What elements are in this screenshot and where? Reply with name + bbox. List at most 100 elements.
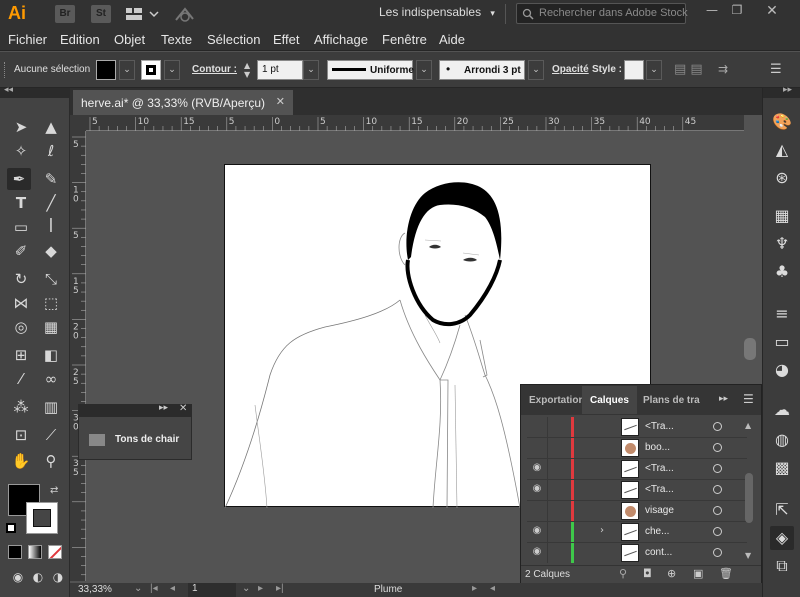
arrange-documents-icon[interactable] (126, 6, 160, 22)
variable-width-profile[interactable]: Uniforme (327, 60, 414, 80)
target-circle-icon[interactable] (713, 548, 722, 557)
opacity-label[interactable]: Opacité (552, 64, 589, 75)
last-artboard-icon[interactable]: ▸| (276, 583, 284, 594)
width-tool-icon[interactable]: ⋈ (9, 292, 33, 314)
rectangle-tool-icon[interactable]: ▭ (9, 216, 33, 238)
tab-calques[interactable]: Calques (582, 386, 637, 414)
next-artboard-icon[interactable]: ▸ (258, 583, 263, 594)
graphic-style-dropdown[interactable]: ⌄ (646, 60, 662, 80)
selection-tool-icon[interactable]: ➤ (9, 116, 33, 138)
clipping-mask-icon[interactable]: ◘ (643, 567, 652, 580)
target-circle-icon[interactable] (713, 443, 722, 452)
color-guide-icon[interactable]: ◭ (770, 138, 794, 162)
creative-cloud-libraries-icon[interactable]: ☁ (770, 398, 794, 422)
zoom-dropdown-icon[interactable]: ⌄ (134, 583, 142, 594)
layers-scrollbar-thumb[interactable] (745, 473, 753, 523)
recolor-icon[interactable]: ⊛ (770, 166, 794, 190)
menu-texte[interactable]: Texte (161, 32, 192, 47)
gradient-panel-icon[interactable]: ▭ (770, 330, 794, 354)
workspace-switcher[interactable]: Les indispensables ▾ (379, 5, 495, 19)
paintbrush-icon[interactable]: ꟾ (39, 216, 63, 238)
graphic-styles-icon[interactable]: ▩ (770, 456, 794, 480)
lasso-icon[interactable]: ℓ (39, 140, 63, 162)
visibility-eye-icon[interactable] (529, 504, 545, 518)
perspective-grid-icon[interactable]: ▦ (39, 316, 63, 338)
target-circle-icon[interactable] (713, 506, 722, 515)
symbol-sprayer-icon[interactable]: ⁂ (9, 396, 33, 418)
tab-plans-de-travail[interactable]: Plans de tra (635, 386, 708, 414)
scale-tool-icon[interactable]: ⤡ (39, 268, 63, 290)
menu-fichier[interactable]: Fichier (8, 32, 47, 47)
panel-header[interactable]: ▸▸ ✕ (79, 403, 191, 417)
default-colors-icon[interactable] (6, 523, 16, 533)
symbols-icon[interactable]: ♣ (770, 260, 794, 284)
layer-row[interactable]: ◉ <Tra... (527, 459, 747, 480)
brushes-icon[interactable]: ♆ (770, 232, 794, 256)
eyedropper-icon[interactable]: ⁄ (9, 368, 33, 390)
close-tab-icon[interactable]: ✕ (276, 95, 285, 108)
swap-colors-icon[interactable]: ⇄ (50, 485, 58, 496)
grip-handle[interactable] (4, 62, 7, 78)
none-mode-icon[interactable] (48, 545, 62, 559)
target-circle-icon[interactable] (713, 464, 722, 473)
layer-row[interactable]: ◉ cont... (527, 543, 747, 563)
stock-icon[interactable]: St (91, 5, 111, 23)
close-icon[interactable]: ✕ (179, 403, 187, 414)
artboards-icon[interactable]: ⧉ (770, 554, 794, 578)
layer-name[interactable]: <Tra... (645, 484, 674, 495)
fill-swatch[interactable] (96, 60, 116, 80)
stroke-stepper[interactable]: ▲ ▼ (244, 61, 254, 79)
fill-dropdown[interactable]: ⌄ (119, 60, 135, 80)
stroke-weight-input[interactable]: 1 pt (257, 60, 303, 80)
visibility-eye-icon[interactable]: ◉ (529, 483, 545, 497)
scroll-up-icon[interactable]: ▲ (745, 421, 751, 430)
artboard-number-field[interactable]: 1 (188, 583, 236, 597)
delete-layer-icon[interactable]: 🗑 (719, 567, 733, 580)
collapse-icon[interactable]: ▸▸ (159, 403, 168, 413)
column-graph-icon[interactable]: ▥ (39, 396, 63, 418)
type-tool-icon[interactable]: T (9, 192, 33, 214)
color-panel-icon[interactable]: 🎨 (770, 110, 794, 134)
layer-name[interactable]: cont... (645, 547, 672, 558)
vertical-ruler[interactable]: 51051520253035 (70, 131, 86, 581)
first-artboard-icon[interactable]: |◂ (150, 583, 158, 594)
locate-object-icon[interactable]: ⚲ (619, 567, 627, 580)
target-circle-icon[interactable] (713, 485, 722, 494)
visibility-eye-icon[interactable] (529, 420, 545, 434)
menu-edition[interactable]: Edition (60, 32, 100, 47)
layer-row[interactable]: visage (527, 501, 747, 522)
bridge-icon[interactable]: Br (55, 5, 75, 23)
transform-icon[interactable]: ⇉ (718, 62, 734, 78)
artboard-tool-icon[interactable]: ⊡ (9, 424, 33, 446)
scroll-down-icon[interactable]: ▼ (745, 551, 751, 560)
visibility-eye-icon[interactable]: ◉ (529, 525, 545, 539)
blend-tool-icon[interactable]: ∞ (39, 368, 63, 390)
dock-header[interactable]: ▸▸ (763, 85, 800, 98)
align-icon[interactable]: ▤ ▤ (674, 62, 714, 78)
layer-row[interactable]: ◉ <Tra... (527, 480, 747, 501)
shape-builder-icon[interactable]: ◎ (9, 316, 33, 338)
appearance-icon[interactable]: ◍ (770, 428, 794, 452)
toolbox-header[interactable]: ◂◂ (0, 85, 70, 98)
brush-dropdown[interactable]: ⌄ (528, 60, 544, 80)
scroll-left-icon[interactable]: ◂ (490, 583, 495, 594)
menu-affichage[interactable]: Affichage (314, 32, 368, 47)
menu-effet[interactable]: Effet (273, 32, 300, 47)
menu-aide[interactable]: Aide (439, 32, 465, 47)
layers-icon[interactable]: ◈ (770, 526, 794, 550)
layer-name[interactable]: visage (645, 505, 674, 516)
new-sublayer-icon[interactable]: ⊕ (667, 567, 676, 580)
visibility-eye-icon[interactable]: ◉ (529, 462, 545, 476)
stroke-swatch[interactable] (141, 60, 161, 80)
menu-selection[interactable]: Sélection (207, 32, 260, 47)
color-mode-icon[interactable] (8, 545, 22, 559)
rotate-tool-icon[interactable]: ↻ (9, 268, 33, 290)
pen-tool-icon[interactable]: ✒ (7, 168, 31, 190)
visibility-eye-icon[interactable]: ◉ (529, 546, 545, 560)
layer-name[interactable]: che... (645, 526, 669, 537)
menu-objet[interactable]: Objet (114, 32, 145, 47)
stroke-dropdown[interactable]: ⌄ (164, 60, 180, 80)
profile-dropdown[interactable]: ⌄ (416, 60, 432, 80)
line-tool-icon[interactable]: ╱ (39, 192, 63, 214)
vertical-scrollbar-thumb[interactable] (744, 338, 756, 360)
